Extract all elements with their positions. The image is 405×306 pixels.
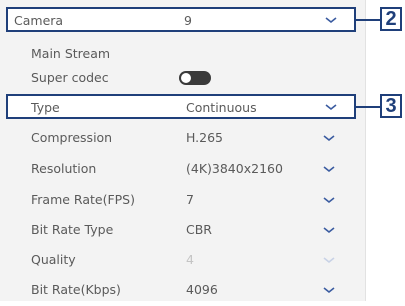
type-label: Type xyxy=(31,100,60,115)
frame-rate-label: Frame Rate(FPS) xyxy=(31,192,135,207)
chevron-down-icon xyxy=(322,195,336,205)
chevron-down-icon xyxy=(322,285,336,295)
super-codec-toggle[interactable] xyxy=(179,71,211,85)
quality-value: 4 xyxy=(186,252,194,267)
bit-rate-select[interactable]: Bit Rate(Kbps) 4096 xyxy=(0,276,366,306)
chevron-down-icon xyxy=(324,15,338,25)
compression-value: H.265 xyxy=(186,130,224,145)
chevron-down-icon xyxy=(322,255,336,265)
callout-line-2 xyxy=(356,19,381,21)
resolution-value: (4K)3840x2160 xyxy=(186,161,283,176)
resolution-select[interactable]: Resolution (4K)3840x2160 xyxy=(0,155,366,185)
frame-rate-value: 7 xyxy=(186,192,194,207)
callout-badge-2: 2 xyxy=(380,7,402,31)
super-codec-label: Super codec xyxy=(31,70,109,85)
bit-rate-label: Bit Rate(Kbps) xyxy=(31,282,121,297)
stream-settings-panel: Camera 9 Main Stream Super codec Type Co… xyxy=(0,0,366,301)
bit-rate-type-select[interactable]: Bit Rate Type CBR xyxy=(0,216,366,246)
camera-value: 9 xyxy=(184,13,192,28)
bit-rate-value: 4096 xyxy=(186,282,218,297)
chevron-down-icon xyxy=(324,102,338,112)
chevron-down-icon xyxy=(322,164,336,174)
compression-select[interactable]: Compression H.265 xyxy=(0,124,366,154)
compression-label: Compression xyxy=(31,130,113,145)
callout-line-3 xyxy=(356,106,381,108)
type-select[interactable]: Type Continuous xyxy=(6,94,356,119)
section-title: Main Stream xyxy=(31,46,111,61)
quality-label: Quality xyxy=(31,252,76,267)
toggle-knob xyxy=(181,73,191,83)
camera-select[interactable]: Camera 9 xyxy=(6,7,356,32)
chevron-down-icon xyxy=(322,133,336,143)
frame-rate-select[interactable]: Frame Rate(FPS) 7 xyxy=(0,186,366,216)
type-value: Continuous xyxy=(186,100,257,115)
camera-label: Camera xyxy=(14,13,64,28)
super-codec-row: Super codec xyxy=(0,64,366,94)
chevron-down-icon xyxy=(322,225,336,235)
bit-rate-type-label: Bit Rate Type xyxy=(31,222,114,237)
callout-badge-3: 3 xyxy=(380,94,402,118)
resolution-label: Resolution xyxy=(31,161,97,176)
quality-select: Quality 4 xyxy=(0,246,366,276)
bit-rate-type-value: CBR xyxy=(186,222,212,237)
